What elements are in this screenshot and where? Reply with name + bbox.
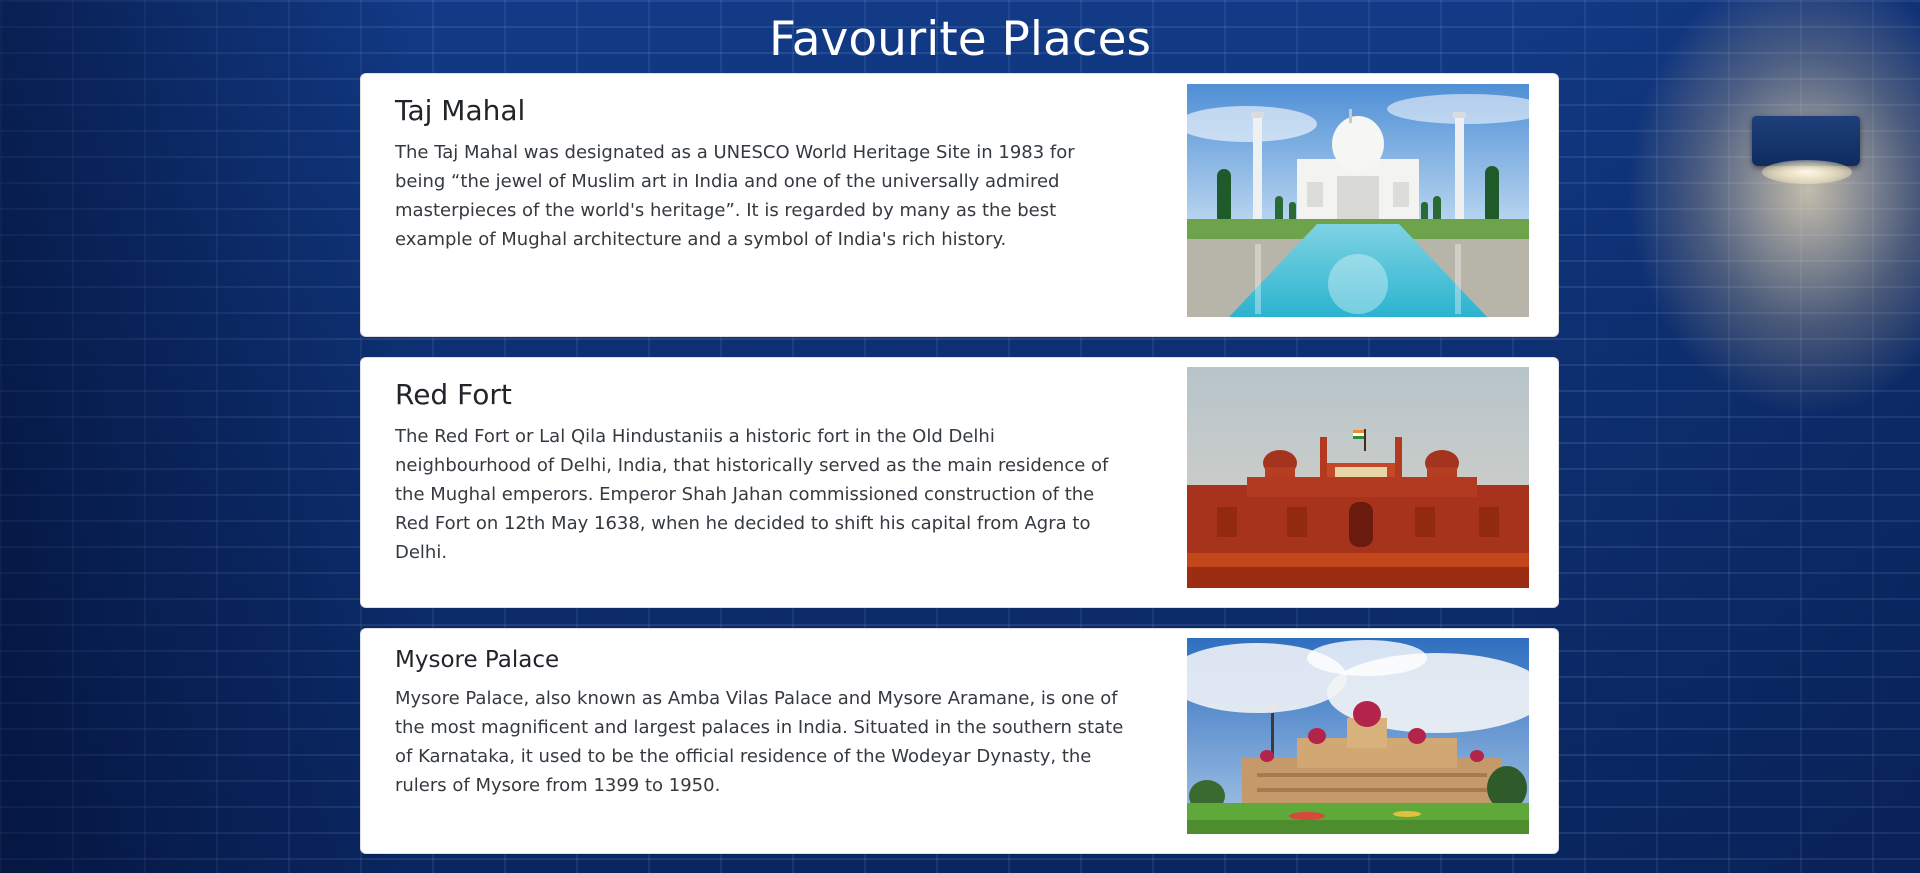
place-card-mysore-palace: Mysore Palace Mysore Palace, also known …	[360, 628, 1559, 854]
card-description: Mysore Palace, also known as Amba Vilas …	[395, 688, 1124, 796]
card-body: Red Fort The Red Fort or Lal Qila Hindus…	[395, 378, 1125, 567]
card-description: The Red Fort or Lal Qila Hindustaniis a …	[395, 426, 1109, 563]
card-body: Mysore Palace Mysore Palace, also known …	[395, 645, 1125, 800]
card-title: Taj Mahal	[395, 94, 526, 127]
card-title: Red Fort	[395, 378, 512, 411]
place-card-taj-mahal: Taj Mahal The Taj Mahal was designated a…	[360, 73, 1559, 337]
card-title: Mysore Palace	[395, 647, 560, 673]
card-description: The Taj Mahal was designated as a UNESCO…	[395, 142, 1075, 250]
red-fort-image	[1187, 367, 1529, 588]
place-card-red-fort: Red Fort The Red Fort or Lal Qila Hindus…	[360, 357, 1559, 608]
card-body: Taj Mahal The Taj Mahal was designated a…	[395, 94, 1125, 254]
mysore-palace-image	[1187, 638, 1529, 834]
page-title: Favourite Places	[769, 12, 1151, 67]
wall-lamp	[1752, 116, 1860, 166]
lamp-light	[1762, 160, 1852, 184]
taj-mahal-image	[1187, 84, 1529, 317]
